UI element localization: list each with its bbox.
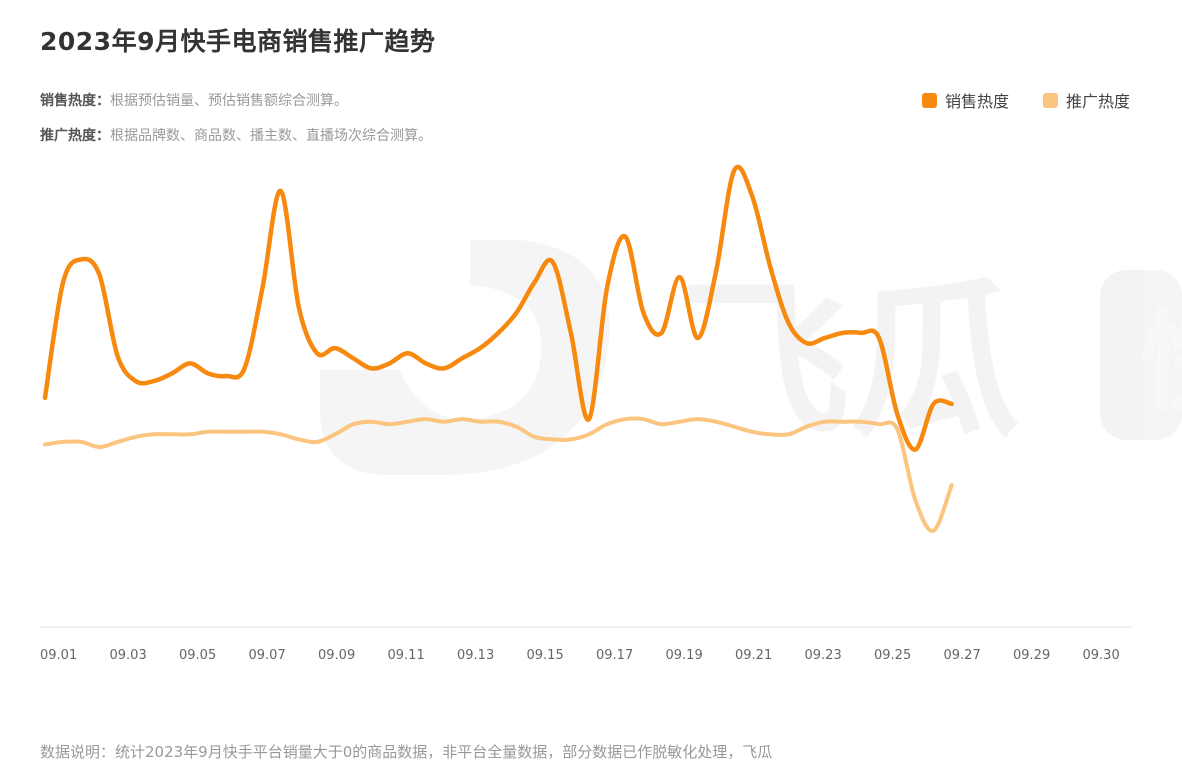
x-tick-label: 09.15 xyxy=(527,648,564,663)
x-tick-label: 09.03 xyxy=(110,648,147,663)
watermark-side-char: 快 xyxy=(1140,298,1182,426)
x-tick-label: 09.30 xyxy=(1083,648,1120,663)
x-tick-label: 09.01 xyxy=(40,648,77,663)
data-footnote: 数据说明：统计2023年9月快手平台销量大于0的商品数据，非平台全量数据，部分数… xyxy=(40,743,773,761)
feigua-watermark: 飞瓜 xyxy=(320,240,1182,475)
x-axis-ticks: 09.01 09.03 09.05 09.07 09.09 09.11 09.13 09.15… xyxy=(40,648,1120,663)
x-tick-label: 09.05 xyxy=(179,648,216,663)
x-tick-label: 09.11 xyxy=(388,648,425,663)
x-tick-label: 09.27 xyxy=(944,648,981,663)
watermark-side-char-group: 快 xyxy=(1140,298,1182,426)
x-tick-label: 09.13 xyxy=(457,648,494,663)
x-tick-label: 09.19 xyxy=(666,648,703,663)
x-tick-label: 09.07 xyxy=(249,648,286,663)
x-tick-label: 09.21 xyxy=(735,648,772,663)
x-tick-label: 09.29 xyxy=(1013,648,1050,663)
x-tick-label: 09.23 xyxy=(805,648,842,663)
x-tick-label: 09.17 xyxy=(596,648,633,663)
x-tick-label: 09.25 xyxy=(874,648,911,663)
x-tick-label: 09.09 xyxy=(318,648,355,663)
line-chart: 飞瓜 快 09.01 09.03 09.05 09.07 09.09 09.11 09.13… xyxy=(40,164,1182,663)
watermark-logo-text: 飞瓜 xyxy=(680,263,1020,461)
